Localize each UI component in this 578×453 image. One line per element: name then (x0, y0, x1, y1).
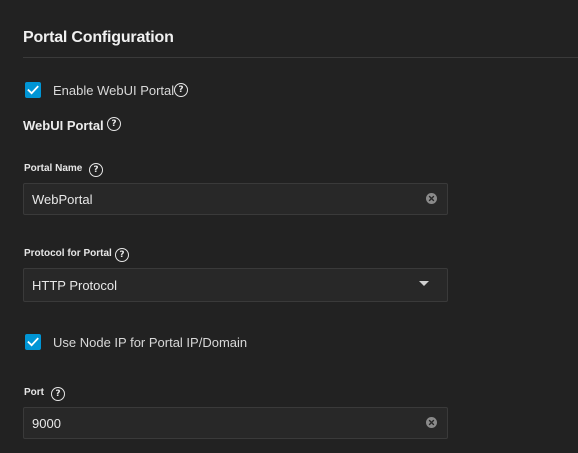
check-icon (27, 85, 39, 95)
portal-name-input[interactable]: WebPortal (23, 183, 448, 215)
port-value: 9000 (32, 416, 61, 431)
protocol-label: Protocol for Portal (24, 248, 112, 259)
portal-name-value: WebPortal (32, 192, 93, 207)
clear-x-circle-icon[interactable] (426, 193, 437, 204)
portal-name-label: Portal Name (24, 163, 83, 174)
section-divider (23, 57, 578, 58)
section-title: Portal Configuration (23, 29, 174, 46)
clear-x-circle-icon[interactable] (426, 417, 437, 428)
protocol-select[interactable]: HTTP Protocol (23, 268, 448, 302)
check-icon (27, 337, 39, 347)
help-icon[interactable]: ? (174, 83, 188, 97)
help-icon[interactable]: ? (89, 163, 103, 177)
use-node-ip-label[interactable]: Use Node IP for Portal IP/Domain (53, 335, 247, 350)
help-icon[interactable]: ? (51, 387, 65, 401)
enable-webui-portal-checkbox[interactable] (25, 82, 41, 98)
help-icon[interactable]: ? (115, 248, 129, 262)
use-node-ip-checkbox[interactable] (25, 334, 41, 350)
protocol-selected-value: HTTP Protocol (32, 278, 118, 293)
port-label: Port (24, 387, 44, 398)
webui-portal-heading: WebUI Portal (23, 118, 104, 133)
enable-webui-portal-label[interactable]: Enable WebUI Portal (53, 83, 174, 98)
port-input[interactable]: 9000 (23, 407, 448, 439)
help-icon[interactable]: ? (107, 117, 121, 131)
caret-down-icon[interactable] (419, 281, 429, 286)
